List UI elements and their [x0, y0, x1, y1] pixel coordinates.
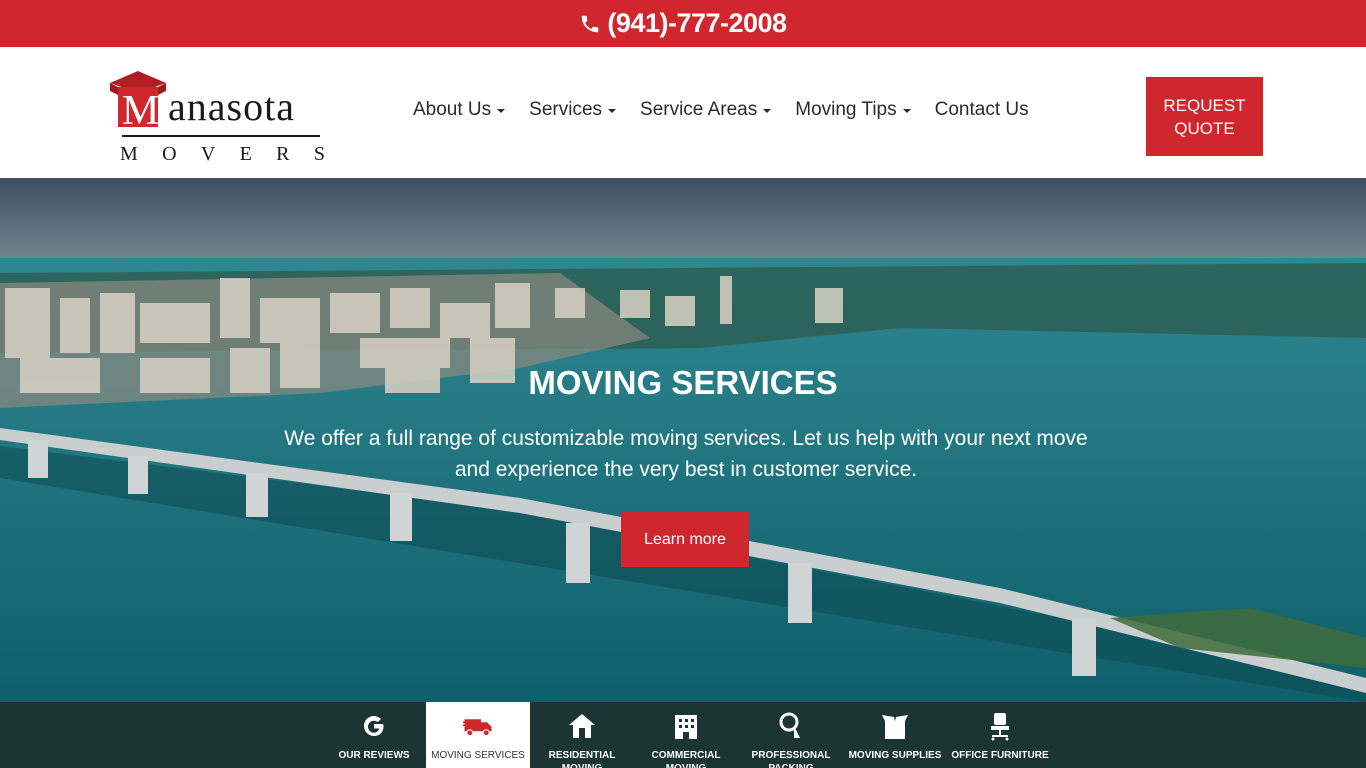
nav-item-label: Service Areas — [640, 99, 758, 120]
learn-more-button[interactable]: Learn more — [621, 512, 749, 567]
service-tab-office-furniture[interactable]: OFFICE FURNITURE — [948, 702, 1052, 768]
service-tab-label: PROFESSIONAL PACKING — [751, 750, 831, 768]
service-tab-label: OFFICE FURNITURE — [951, 750, 1049, 761]
caret-down-icon — [763, 109, 772, 113]
nav-item-about-us[interactable]: About Us — [413, 99, 506, 121]
top-phone-bar: (941)-777-2008 — [0, 0, 1366, 47]
caret-down-icon — [902, 109, 911, 113]
service-tab-our-reviews[interactable]: OUR REVIEWS — [322, 702, 426, 768]
nav-item-label: Contact Us — [934, 99, 1029, 120]
caret-down-icon — [608, 109, 617, 113]
nav-item-service-areas[interactable]: Service Areas — [640, 99, 772, 121]
quote-line-2: QUOTE — [1174, 118, 1235, 138]
phone-icon — [579, 13, 601, 35]
logo-sub-letter: S — [313, 143, 325, 165]
service-tab-label: RESIDENTIAL MOVING — [548, 750, 616, 768]
hero-banner: MOVING SERVICES We offer a full range of… — [0, 178, 1366, 702]
logo-sub-letter: O — [162, 143, 177, 165]
hero-title: MOVING SERVICES — [528, 364, 838, 401]
service-tab-label: MOVING SERVICES — [431, 750, 525, 761]
main-nav: About Us Services Service Areas Moving T… — [413, 99, 1053, 121]
nav-item-label: Moving Tips — [795, 99, 897, 120]
caret-down-icon — [497, 109, 506, 113]
service-tab-moving-supplies[interactable]: MOVING SUPPLIES — [843, 702, 947, 768]
office-chair-icon — [985, 711, 1015, 741]
service-tab-commercial-moving[interactable]: COMMERCIAL MOVING — [634, 702, 738, 768]
service-tab-label: MOVING SUPPLIES — [848, 750, 942, 761]
logo-sub-letter: M — [120, 143, 138, 165]
truck-icon — [463, 711, 493, 741]
logo-sub-letter: R — [276, 143, 290, 165]
house-icon — [567, 711, 597, 741]
building-icon — [671, 711, 701, 741]
quote-line-1: REQUEST — [1163, 95, 1246, 115]
services-bar: OUR REVIEWS MOVING SERVICES RESIDENTIAL … — [0, 702, 1366, 768]
nav-item-label: Services — [529, 99, 603, 120]
google-icon — [359, 711, 389, 741]
service-tab-label: OUR REVIEWS — [338, 750, 410, 761]
request-quote-button[interactable]: REQUEST QUOTE — [1146, 77, 1263, 156]
logo-sub-letter: E — [239, 143, 252, 165]
logo-name: anasota — [168, 84, 295, 129]
box-icon — [880, 711, 910, 741]
logo-sub-letter: V — [200, 143, 216, 165]
site-header: M anasota M O V E R S About Us Services … — [0, 47, 1366, 178]
logo-initial: M — [122, 88, 160, 134]
nav-item-moving-tips[interactable]: Moving Tips — [795, 99, 911, 121]
site-logo[interactable]: M anasota M O V E R S — [108, 61, 325, 167]
service-tab-label: COMMERCIAL MOVING — [651, 750, 721, 768]
phone-number-link[interactable]: (941)-777-2008 — [607, 8, 787, 39]
logo-divider — [122, 135, 320, 137]
logo-subtitle: M O V E R S — [120, 143, 325, 166]
nav-item-contact-us[interactable]: Contact Us — [935, 99, 1029, 121]
service-tab-professional-packing[interactable]: PROFESSIONAL PACKING — [739, 702, 843, 768]
nav-item-services[interactable]: Services — [529, 99, 617, 121]
service-tab-moving-services[interactable]: MOVING SERVICES — [426, 702, 530, 768]
tape-icon — [776, 711, 806, 741]
nav-item-label: About Us — [413, 99, 492, 120]
service-tab-residential-moving[interactable]: RESIDENTIAL MOVING — [530, 702, 634, 768]
hero-description: We offer a full range of customizable mo… — [284, 427, 1088, 481]
